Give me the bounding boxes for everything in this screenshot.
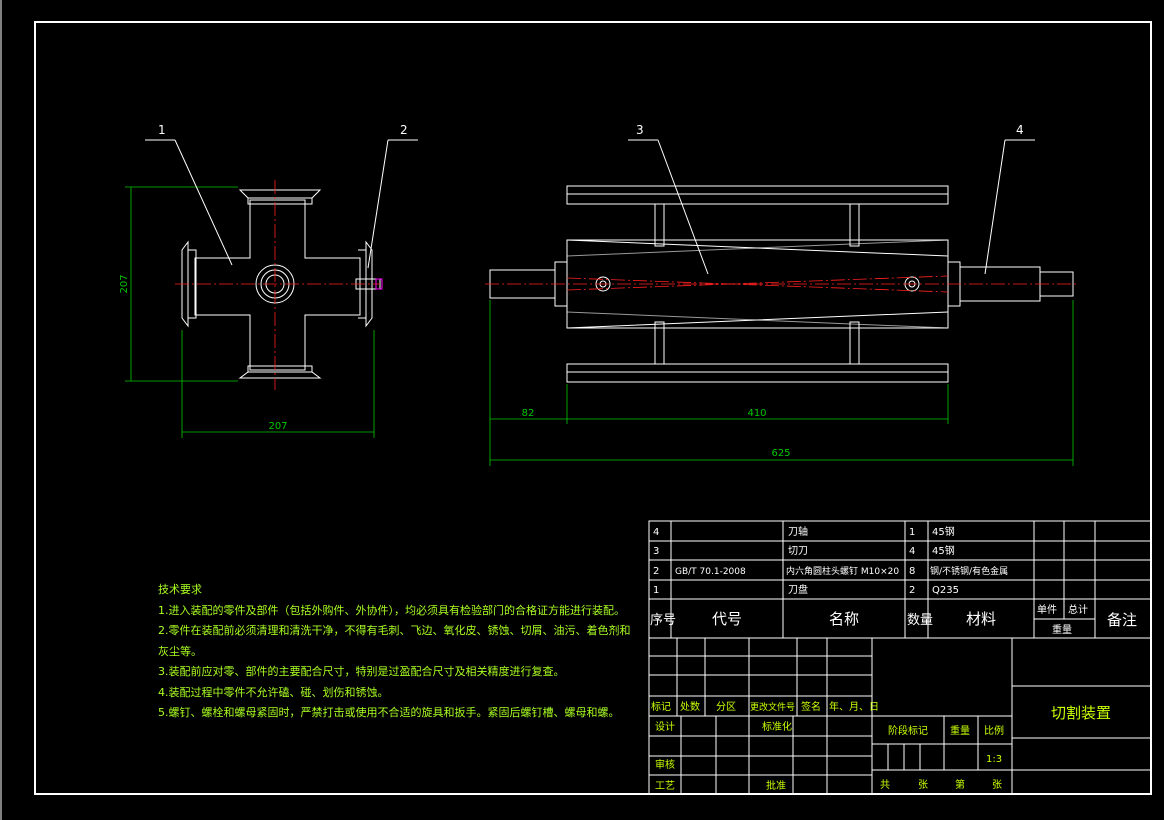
balloon-1: 1 bbox=[158, 123, 166, 137]
bom-header-qty: 数量 bbox=[907, 613, 933, 628]
tech-requirement-item: 1.进入装配的零件及部件（包括外购件、外协件），均必须具有检验部门的合格证方能进… bbox=[158, 603, 625, 617]
drawing-name: 切割装置 bbox=[1051, 704, 1111, 722]
dim-end-height: 207 bbox=[119, 274, 130, 293]
tech-requirement-item: 灰尘等。 bbox=[158, 644, 202, 658]
label-sheets-total: 共 bbox=[880, 779, 890, 791]
balloon-3: 3 bbox=[636, 123, 644, 137]
label-sheet-unit: 张 bbox=[918, 779, 928, 791]
tech-requirements-title: 技术要求 bbox=[158, 583, 202, 596]
scale-value: 1:3 bbox=[986, 754, 1002, 765]
label-standardize: 标准化 bbox=[762, 720, 792, 733]
bom-row-qty: 4 bbox=[909, 546, 915, 557]
bom-row-name: 刀盘 bbox=[788, 583, 808, 596]
label-scale: 比例 bbox=[984, 724, 1004, 737]
rev-header-sign: 签名 bbox=[801, 700, 821, 713]
dim-overall-length: 625 bbox=[771, 448, 790, 459]
tech-requirement-item: 4.装配过程中零件不允许磕、碰、划伤和锈蚀。 bbox=[158, 685, 389, 699]
side-view bbox=[485, 185, 1078, 383]
label-approve: 批准 bbox=[766, 779, 786, 792]
label-sheet-unit-2: 张 bbox=[992, 779, 1002, 791]
bom-row-name: 刀轴 bbox=[788, 525, 808, 538]
bom-row-name: 内六角圆柱头螺钉 M10×20 bbox=[786, 565, 899, 577]
balloon-2: 2 bbox=[400, 123, 408, 137]
label-process: 工艺 bbox=[655, 780, 675, 792]
dim-shaft-stub: 82 bbox=[522, 408, 535, 419]
bom-row-qty: 2 bbox=[909, 585, 915, 596]
bom-row-qty: 8 bbox=[909, 566, 915, 577]
label-sheet-no: 第 bbox=[955, 778, 965, 791]
label-stage-mark: 阶段标记 bbox=[888, 724, 928, 737]
label-weight: 重量 bbox=[950, 724, 970, 737]
bom-row-material: 45钢 bbox=[932, 544, 955, 557]
bom-header-remark: 备注 bbox=[1107, 611, 1137, 629]
balloon-leaders-right bbox=[628, 139, 1035, 275]
rev-header-date: 年、月、日 bbox=[829, 700, 879, 713]
tech-requirement-item: 3.装配前应对零、部件的主要配合尺寸，特别是过盈配合尺寸及相关精度进行复查。 bbox=[158, 665, 565, 678]
dim-end-width: 207 bbox=[268, 421, 287, 432]
balloon-4: 4 bbox=[1016, 123, 1024, 137]
bom-row-material: 45钢 bbox=[932, 525, 955, 538]
bom-row-no: 3 bbox=[653, 546, 659, 557]
label-design: 设计 bbox=[655, 720, 675, 733]
rev-header-mark: 标记 bbox=[651, 701, 671, 713]
bom-header-material: 材料 bbox=[966, 610, 996, 628]
bom-row-no: 2 bbox=[653, 566, 659, 577]
bom-row-material: Q235 bbox=[932, 585, 959, 596]
rev-header-doc: 更改文件号 bbox=[750, 701, 795, 713]
tech-requirement-item: 5.螺钉、螺栓和螺母紧固时，严禁打击或使用不合适的旋具和扳手。紧固后螺钉槽、螺母… bbox=[158, 706, 620, 719]
bom-row-material: 钢/不锈钢/有色金属 bbox=[930, 565, 1008, 577]
bom-row-no: 1 bbox=[653, 585, 659, 596]
bom-header-code: 代号 bbox=[712, 610, 742, 628]
bom-header-name: 名称 bbox=[829, 610, 859, 628]
bom-header-total: 总计 bbox=[1068, 603, 1088, 616]
end-view bbox=[175, 180, 383, 390]
side-view-dimensions bbox=[489, 300, 1074, 466]
technical-requirements: 技术要求 1.进入装配的零件及部件（包括外购件、外协件），均必须具有检验部门的合… bbox=[158, 580, 631, 724]
bom-header-weight: 重量 bbox=[1052, 623, 1072, 636]
tech-requirement-item: 2.零件在装配前必须清理和清洗干净，不得有毛刺、飞边、氧化皮、锈蚀、切屑、油污、… bbox=[158, 624, 631, 637]
dim-body-length: 410 bbox=[747, 408, 766, 419]
rev-header-zone: 分区 bbox=[716, 701, 736, 713]
label-check: 审核 bbox=[655, 758, 675, 771]
bom-header-no: 序号 bbox=[650, 613, 676, 628]
bom-row-name: 切刀 bbox=[788, 545, 808, 557]
bom-header-single: 单件 bbox=[1037, 604, 1057, 616]
rev-header-count: 处数 bbox=[680, 700, 700, 713]
bom-row-qty: 1 bbox=[909, 527, 915, 538]
bom-row-code: GB/T 70.1-2008 bbox=[675, 567, 746, 577]
bom-row-no: 4 bbox=[653, 527, 659, 538]
